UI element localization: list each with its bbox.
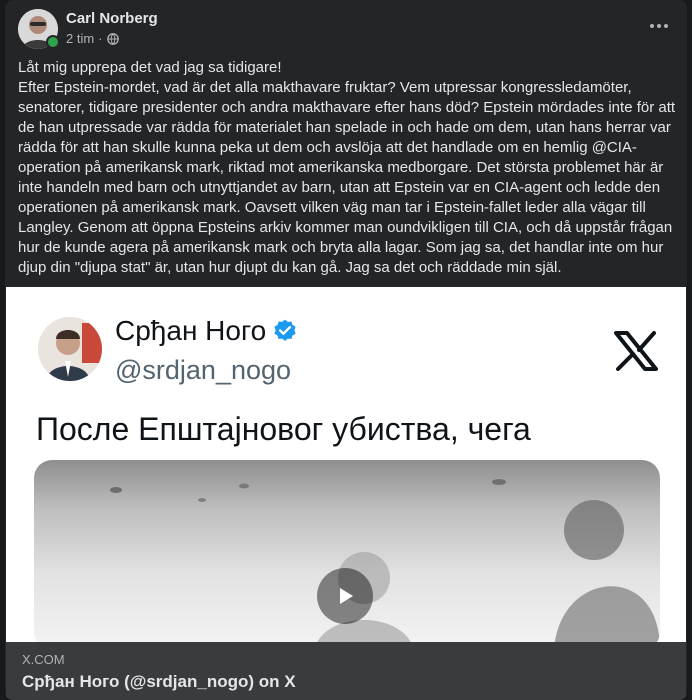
- post-header: Carl Norberg 2 tim ·: [5, 0, 687, 56]
- tweet-name-text: Срђан Ного: [115, 315, 267, 346]
- link-preview-image: Срђан Ного @srdjan_nogo После Епштајново…: [6, 287, 686, 642]
- tweet-author-avatar: [38, 317, 102, 381]
- video-thumbnail: [34, 460, 660, 642]
- verified-badge-icon: [274, 319, 296, 341]
- tweet-handle: @srdjan_nogo: [115, 355, 292, 385]
- post-body-text: Låt mig upprepa det vad jag sa tidigare!…: [18, 59, 676, 276]
- dot-icon: [657, 24, 661, 28]
- play-icon: [340, 588, 353, 604]
- post-timestamp[interactable]: 2 tim: [66, 31, 94, 46]
- author-name[interactable]: Carl Norberg: [66, 10, 158, 27]
- globe-icon: [106, 32, 119, 45]
- online-status-dot: [46, 35, 60, 49]
- link-title[interactable]: Срђан Ного (@srdjan_nogo) on X: [22, 672, 296, 692]
- more-options-button[interactable]: [645, 14, 673, 38]
- x-logo-icon: [614, 331, 658, 371]
- dot-icon: [664, 24, 668, 28]
- play-button[interactable]: [317, 568, 373, 624]
- author-avatar[interactable]: [18, 9, 60, 49]
- facebook-post: Carl Norberg 2 tim · Låt mig upprepa det…: [5, 0, 687, 700]
- meta-separator: ·: [98, 31, 103, 46]
- tweet-text: После Епштајновог убиства, чега: [36, 411, 531, 447]
- link-domain: X.COM: [22, 652, 65, 667]
- post-meta: 2 tim ·: [66, 31, 119, 46]
- link-preview-card[interactable]: Срђан Ного @srdjan_nogo После Епштајново…: [6, 287, 686, 700]
- dot-icon: [650, 24, 654, 28]
- link-card-footer: X.COM Срђан Ного (@srdjan_nogo) on X: [6, 642, 686, 700]
- tweet-display-name: Срђан Ного: [115, 315, 298, 347]
